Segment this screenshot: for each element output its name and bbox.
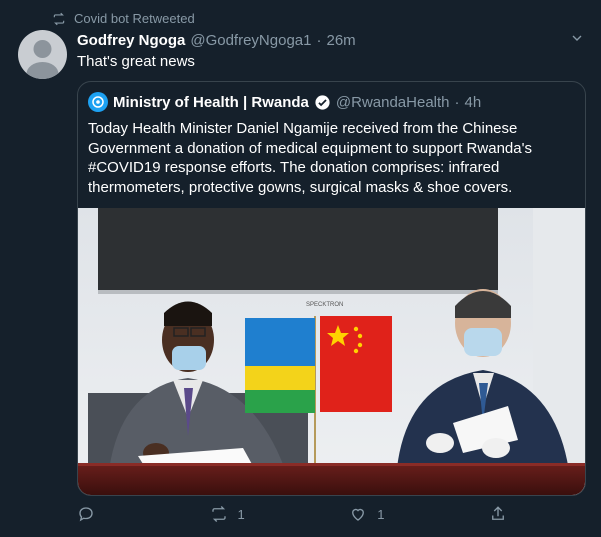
separator: · bbox=[316, 32, 322, 49]
author-handle[interactable]: @GodfreyNgoga1 bbox=[190, 32, 311, 49]
tweet-actions: 1 1 bbox=[77, 505, 507, 523]
tweet-text: That's great news bbox=[77, 53, 195, 70]
retweet-label: Covid bot Retweeted bbox=[74, 11, 195, 26]
quote-avatar[interactable] bbox=[88, 92, 108, 112]
author-name[interactable]: Godfrey Ngoga bbox=[77, 32, 185, 49]
quote-time[interactable]: 4h bbox=[465, 94, 482, 111]
tweet-header: Godfrey Ngoga @GodfreyNgoga1 · 26m bbox=[77, 32, 356, 49]
retweet-icon bbox=[211, 506, 226, 522]
retweet-button[interactable]: 1 bbox=[210, 505, 245, 523]
retweet-context[interactable]: Covid bot Retweeted bbox=[52, 11, 195, 26]
like-button[interactable]: 1 bbox=[349, 505, 384, 523]
reply-icon bbox=[79, 507, 93, 522]
quote-header: Ministry of Health | Rwanda @RwandaHealt… bbox=[88, 92, 481, 112]
quote-text: Today Health Minister Daniel Ngamije rec… bbox=[88, 120, 532, 196]
retweet-count: 1 bbox=[237, 506, 245, 522]
retweet-icon bbox=[53, 12, 65, 25]
quote-author-name[interactable]: Ministry of Health | Rwanda bbox=[113, 94, 309, 111]
tweet-photo[interactable]: SPECKTRON bbox=[78, 208, 585, 495]
heart-icon bbox=[352, 508, 365, 521]
quoted-tweet[interactable]: Ministry of Health | Rwanda @RwandaHealt… bbox=[77, 81, 586, 496]
like-count: 1 bbox=[377, 506, 385, 522]
reply-button[interactable] bbox=[77, 505, 105, 523]
quote-author-handle[interactable]: @RwandaHealth bbox=[336, 94, 450, 111]
quote-separator: · bbox=[454, 93, 460, 111]
avatar[interactable] bbox=[18, 30, 67, 79]
verified-icon bbox=[315, 94, 330, 110]
photo-caption: SPECKTRON bbox=[306, 302, 343, 308]
tweet-time[interactable]: 26m bbox=[326, 32, 355, 49]
share-button[interactable] bbox=[489, 505, 507, 523]
share-icon bbox=[492, 506, 504, 520]
chevron-down-icon[interactable] bbox=[569, 30, 585, 46]
